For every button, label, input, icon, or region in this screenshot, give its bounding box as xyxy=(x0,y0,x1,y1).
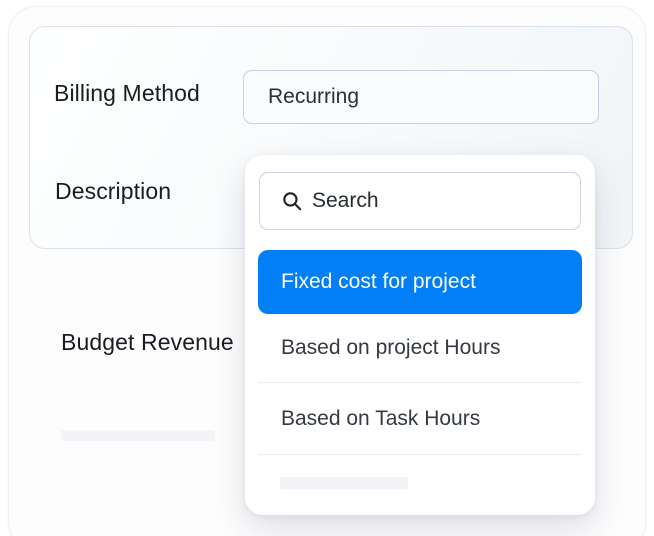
description-dropdown: Fixed cost for project Based on project … xyxy=(245,155,595,515)
dropdown-option-label: Based on project Hours xyxy=(281,336,500,360)
dropdown-option-label: Fixed cost for project xyxy=(281,270,476,294)
dropdown-option[interactable]: Based on Task Hours xyxy=(259,383,581,455)
search-input[interactable] xyxy=(312,189,552,213)
billing-method-select[interactable]: Recurring xyxy=(243,70,599,124)
dropdown-search-box[interactable] xyxy=(259,172,581,230)
budget-revenue-label: Budget Revenue xyxy=(61,328,234,356)
budget-skeleton-placeholder xyxy=(61,430,215,441)
dropdown-option-label: Based on Task Hours xyxy=(281,407,480,431)
dropdown-option-selected[interactable]: Fixed cost for project xyxy=(258,250,582,314)
dropdown-option[interactable]: Based on project Hours xyxy=(259,314,581,383)
billing-method-value: Recurring xyxy=(268,85,359,109)
dropdown-skeleton-placeholder xyxy=(280,477,408,489)
billing-method-label: Billing Method xyxy=(54,79,200,107)
search-icon xyxy=(282,191,302,211)
screen: Billing Method Recurring Description Bud… xyxy=(0,0,654,536)
description-label: Description xyxy=(55,177,171,205)
